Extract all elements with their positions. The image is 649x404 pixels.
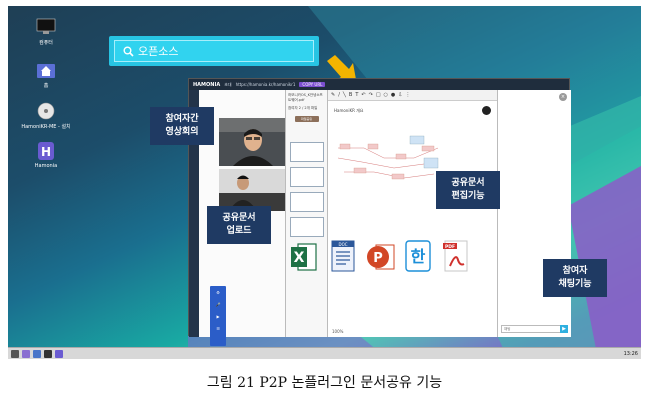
- doc-thumbnail[interactable]: [290, 142, 324, 162]
- disc-icon: [37, 102, 55, 120]
- share-file-button[interactable]: 파일공유: [294, 116, 319, 122]
- chat-input[interactable]: 채팅: [501, 325, 561, 333]
- taskbar-app-icon[interactable]: [44, 349, 52, 358]
- document-list-panel: 하모니카OS_K안녕소프트웨어.pdf 참여자 2 / 2개 파일 파일공유: [286, 90, 328, 337]
- doc-thumbnail[interactable]: [290, 192, 324, 212]
- callout-line: 공유문서: [222, 213, 256, 223]
- doc-thumbnail[interactable]: [290, 217, 324, 237]
- taskbar-app-icon[interactable]: [55, 349, 63, 358]
- callout-line: 공유문서: [451, 178, 485, 188]
- participant-video-2: [219, 169, 285, 211]
- search-icon: [123, 46, 134, 57]
- close-icon[interactable]: ×: [559, 93, 567, 101]
- desktop-icon-label: HamoniKR-ME - 설치: [21, 124, 71, 130]
- desktop-icon-install[interactable]: HamoniKR-ME - 설치: [20, 102, 72, 130]
- participant-1-image: [219, 118, 285, 166]
- callout-document-upload: 공유문서 업로드: [207, 206, 271, 244]
- svg-text:P: P: [373, 251, 383, 266]
- document-editor: ✎ / ╲ B T ↶ ↷ □ ○ ● ⇩ ⋮ HamoniKR 개요 100%: [328, 90, 498, 337]
- callout-video-conference: 참여자간 영상회의: [150, 107, 214, 145]
- color-tool-icon[interactable]: ●: [391, 92, 395, 98]
- side-toolbar: ⚙ 🎤 ▶ ☰: [210, 286, 226, 346]
- document-diagram: [334, 128, 446, 190]
- color-indicator-icon: [482, 106, 491, 115]
- callout-document-edit: 공유문서 편집기능: [436, 171, 500, 209]
- svg-text:H: H: [41, 145, 51, 159]
- document-name: HamoniKR 개요: [334, 108, 364, 113]
- circle-tool-icon[interactable]: ○: [384, 92, 388, 98]
- svg-text:PDF: PDF: [445, 244, 455, 250]
- excel-icon: X: [291, 243, 317, 271]
- undo-icon[interactable]: ↶: [361, 92, 365, 98]
- text-tool-icon[interactable]: T: [355, 92, 358, 98]
- download-icon[interactable]: ⇩: [398, 92, 402, 98]
- pdf-icon: PDF: [443, 240, 468, 272]
- taskbar-app-icon[interactable]: [22, 349, 30, 358]
- zoom-level: 100%: [332, 329, 344, 334]
- desktop-icon-home[interactable]: 홈: [20, 61, 72, 89]
- clock: 13:26: [623, 350, 638, 357]
- pen-tool-icon[interactable]: ✎: [331, 92, 335, 98]
- callout-line: 편집기능: [451, 191, 485, 201]
- menu-icon[interactable]: ⋮: [406, 92, 411, 98]
- hangul-icon: 한: [405, 240, 431, 272]
- participants-button[interactable]: ☰: [210, 322, 226, 334]
- chat-panel: × 채팅 ▶: [498, 90, 571, 337]
- doc-panel-sub: 참여자 2 / 2개 파일: [288, 106, 318, 110]
- word-doc-icon: DOC: [331, 240, 355, 272]
- callout-line: 참여자: [562, 266, 588, 276]
- taskbar-app-icon[interactable]: [33, 349, 41, 358]
- line-tool-icon[interactable]: ╲: [343, 92, 346, 98]
- svg-text:X: X: [294, 250, 305, 266]
- bold-tool-icon[interactable]: B: [349, 92, 352, 98]
- desktop-icon-hamonia[interactable]: H Hamonia: [20, 142, 72, 169]
- search-box[interactable]: 오픈소스: [109, 36, 319, 66]
- settings-button[interactable]: ⚙: [210, 286, 226, 298]
- callout-line: 업로드: [226, 226, 252, 236]
- svg-text:한: 한: [411, 247, 426, 266]
- copy-url-button[interactable]: COPY URL: [299, 82, 326, 87]
- menu-button[interactable]: [11, 349, 19, 358]
- participant-video-1: [219, 118, 285, 166]
- svg-text:DOC: DOC: [338, 242, 347, 247]
- redo-icon[interactable]: ↷: [369, 92, 373, 98]
- powerpoint-icon: P: [367, 244, 395, 270]
- mic-button[interactable]: 🎤: [210, 298, 226, 310]
- callout-chat: 참여자 채팅기능: [543, 259, 607, 297]
- callout-line: 채팅기능: [558, 279, 592, 289]
- url-text: https://hamonia.kr/hamonikr1: [235, 82, 296, 87]
- editor-toolbar: ✎ / ╲ B T ↶ ↷ □ ○ ● ⇩ ⋮: [328, 90, 497, 101]
- search-text: 오픈소스: [138, 45, 179, 58]
- callout-line: 참여자간: [165, 114, 199, 124]
- desktop-icon-computer[interactable]: 컴퓨터: [20, 18, 72, 46]
- callout-line: 영상회의: [165, 127, 199, 137]
- hamonia-app-icon: H: [38, 142, 54, 160]
- desktop-icon-label: Hamonia: [34, 163, 58, 169]
- title-text: 초대: [224, 81, 232, 87]
- home-folder-icon: [37, 64, 55, 78]
- figure-caption: 그림 21 P2P 논플러그인 문서공유 기능: [206, 375, 443, 391]
- monitor-icon: [36, 18, 56, 34]
- brush-tool-icon[interactable]: /: [338, 92, 340, 98]
- title-bar: HAMONIA 초대 https://hamonia.kr/hamonikr1 …: [189, 79, 569, 90]
- send-button[interactable]: ▶: [560, 325, 568, 333]
- camera-button[interactable]: ▶: [210, 310, 226, 322]
- app-logo: HAMONIA: [193, 81, 221, 88]
- search-input[interactable]: 오픈소스: [114, 40, 314, 62]
- shape-tool-icon[interactable]: □: [376, 92, 381, 98]
- doc-panel-header: 하모니카OS_K안녕소프트웨어.pdf: [288, 93, 323, 102]
- desktop-icon-label: 홈: [43, 83, 49, 89]
- figure: 컴퓨터 홈 HamoniKR-ME - 설치 H Hamonia 오픈소스 HA…: [0, 0, 649, 404]
- desktop-icon-label: 컴퓨터: [39, 40, 53, 46]
- participant-2-image: [219, 169, 285, 211]
- taskbar: 13:26: [8, 347, 641, 359]
- doc-thumbnail[interactable]: [290, 167, 324, 187]
